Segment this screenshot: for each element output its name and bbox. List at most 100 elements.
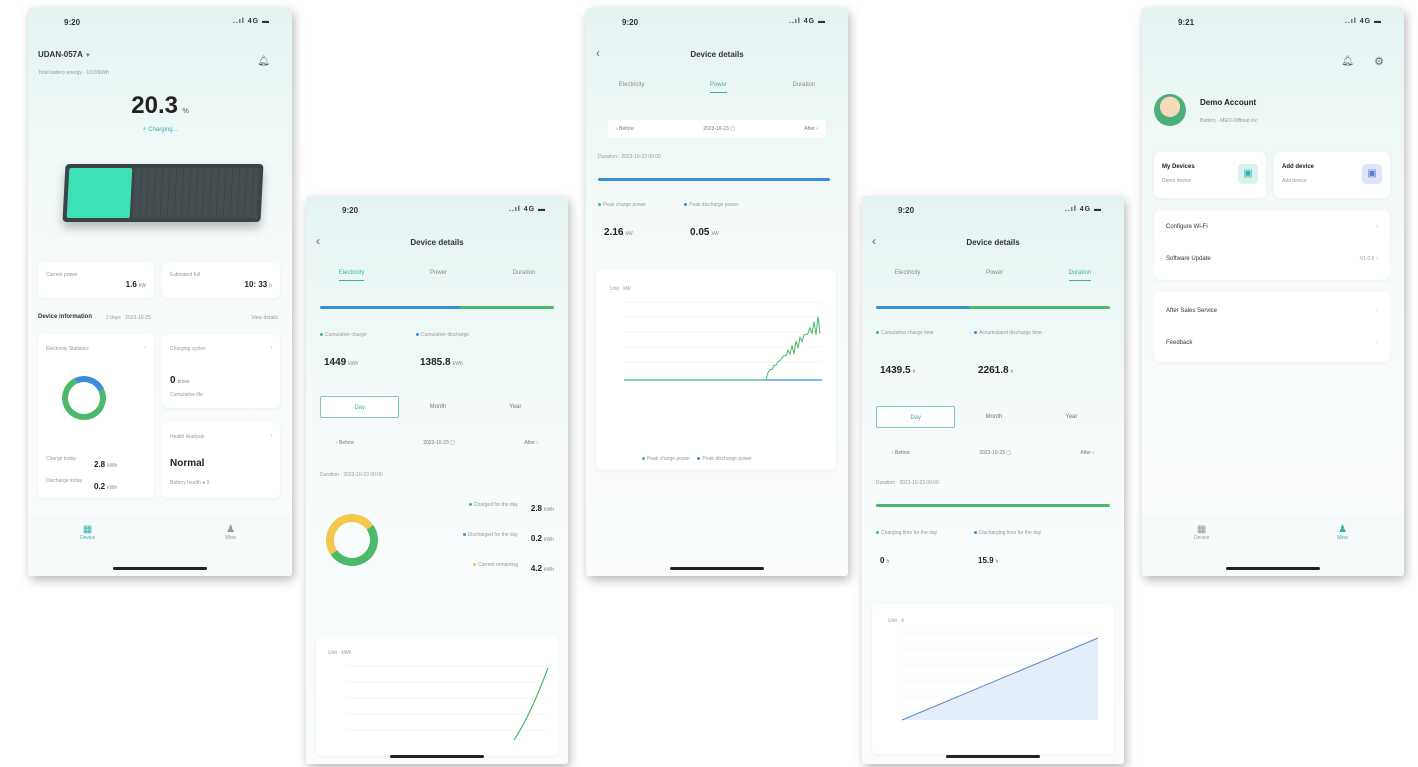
charging-time-day-label: Charging time for the day xyxy=(876,530,937,536)
page-title: Device details xyxy=(966,238,1020,247)
chevron-right-icon: › xyxy=(270,433,272,439)
charging-cycles-card[interactable]: Charging cycles › 0 times Cumulative life xyxy=(162,334,280,408)
period-segment: Day Month Year xyxy=(320,396,554,418)
current-power-label: Current power xyxy=(46,272,78,278)
tab-electricity[interactable]: Electricity xyxy=(619,82,645,93)
soc-value: 20.3 xyxy=(131,92,179,119)
cumulative-charge-label: Cumulative charge xyxy=(320,332,367,338)
my-devices-label: My Devices xyxy=(1162,164,1195,170)
menu-wifi[interactable]: Configure Wi-Fi › xyxy=(1166,224,1378,230)
bell-icon[interactable]: 🔔︎ xyxy=(257,56,270,67)
tab-power[interactable]: Power xyxy=(709,82,727,93)
date-picker[interactable]: 2023-10-23 ▢ xyxy=(703,126,735,132)
chevron-right-icon: › xyxy=(1376,340,1378,346)
peak-charge-label: Peak charge power xyxy=(598,202,646,208)
user-icon: ♟ xyxy=(1338,524,1348,535)
tab-duration[interactable]: Duration xyxy=(513,270,536,281)
progress-bar xyxy=(320,306,554,309)
status-time: 9:21 xyxy=(1178,18,1195,27)
estimated-full-value: 10: 33 h xyxy=(244,280,272,289)
view-details-link[interactable]: View details xyxy=(251,315,278,321)
seg-month[interactable]: Month xyxy=(399,396,476,418)
settings-group-1: Configure Wi-Fi › Software Update V1.0.0 › xyxy=(1154,210,1390,280)
period-segment: Day Month Year xyxy=(876,406,1110,428)
home-indicator xyxy=(1226,567,1320,570)
menu-after-sales[interactable]: After Sales Service › xyxy=(1166,308,1378,314)
chevron-right-icon: › xyxy=(1376,224,1378,230)
next-day-button[interactable]: After › xyxy=(524,440,538,446)
menu-software-update[interactable]: Software Update V1.0.0 › xyxy=(1166,256,1378,262)
electricity-screen: 9:20 ..ıl 4G ▬ ‹ Device details Electric… xyxy=(306,196,568,764)
seg-day[interactable]: Day xyxy=(320,396,400,418)
tab-power[interactable]: Power xyxy=(430,270,447,281)
page-title: Device details xyxy=(410,238,464,247)
device-name: UDAN-057A xyxy=(38,50,83,59)
electricity-chart-card: Unit · kWh xyxy=(316,636,558,756)
nav-device[interactable]: ▦ Device xyxy=(80,524,95,541)
prev-day-button[interactable]: ‹ Before xyxy=(892,450,910,456)
discharging-time-day-label: Discharging time for the day xyxy=(974,530,1041,536)
menu-feedback[interactable]: Feedback › xyxy=(1166,340,1378,346)
seg-month[interactable]: Month xyxy=(955,406,1032,428)
cumulative-charge-time-value: 1439.5 h xyxy=(880,365,916,376)
status-icons: ..ıl 4G ▬ xyxy=(232,18,270,25)
cumulative-charge-value: 1449 kWh xyxy=(324,357,359,368)
chevron-down-icon: ▼ xyxy=(84,53,91,59)
discharging-time-day-value: 15.9 h xyxy=(978,556,999,565)
health-title: Health Analysis xyxy=(170,434,205,440)
add-device-card[interactable]: Add device Add device ▣ xyxy=(1274,152,1390,198)
bell-icon[interactable]: 🔔︎ xyxy=(1341,56,1354,67)
battery-subtitle: Total battery energy · 10.08kWh xyxy=(38,70,109,76)
charge-today-value: 2.8 kWh xyxy=(94,460,118,469)
add-device-icon: ▣ xyxy=(1362,164,1382,184)
discharged-day-value: 0.2 kWh xyxy=(530,534,554,543)
tab-electricity[interactable]: Electricity xyxy=(895,270,921,281)
chart-legend: Peak charge power Peak discharge power xyxy=(642,456,752,462)
nav-mine[interactable]: ♟ Mine xyxy=(1337,524,1348,541)
power-screen: 9:20 ..ıl 4G ▬ ‹ Device details Electric… xyxy=(586,8,848,576)
tab-electricity[interactable]: Electricity xyxy=(338,270,365,281)
health-card[interactable]: Health Analysis › Normal Battery health … xyxy=(162,422,280,498)
cycles-value: 0 times xyxy=(170,375,190,386)
charging-state: ⚡︎ Charging... xyxy=(28,126,292,133)
seg-year[interactable]: Year xyxy=(1033,406,1110,428)
remaining-value: 4.2 kWh xyxy=(530,564,554,573)
device-icon: ▣ xyxy=(1238,164,1258,184)
cumulative-charge-time-label: Cumulative charge time xyxy=(876,330,956,336)
date-picker[interactable]: 2023-10-23 ▢ xyxy=(423,440,455,446)
status-time: 9:20 xyxy=(898,206,915,215)
prev-day-button[interactable]: ‹ Before xyxy=(336,440,354,446)
chart-gridlines xyxy=(624,301,822,378)
charged-day-label: Charged for the day xyxy=(468,502,518,508)
nav-mine[interactable]: ♟ Mine xyxy=(225,524,236,541)
device-selector[interactable]: UDAN-057A ▼ xyxy=(38,50,91,59)
remaining-label: Current remaining xyxy=(472,562,518,568)
next-day-button[interactable]: After › xyxy=(804,126,818,132)
chevron-right-icon: › xyxy=(1376,256,1378,262)
electricity-card[interactable]: Electricity Statistics › Charge today 2.… xyxy=(38,334,154,498)
chevron-right-icon: › xyxy=(1376,308,1378,314)
my-devices-card[interactable]: My Devices Demo device ▣ xyxy=(1154,152,1266,198)
peak-discharge-value: 0.05 kW xyxy=(690,227,719,238)
next-day-button[interactable]: After › xyxy=(1080,450,1094,456)
nav-device[interactable]: ▦ Device xyxy=(1194,524,1209,541)
chevron-right-icon: › xyxy=(270,345,272,351)
estimated-full-label: Estimated full xyxy=(170,272,201,278)
seg-day[interactable]: Day xyxy=(876,406,956,428)
detail-tabs: Electricity Power Duration xyxy=(862,270,1124,281)
seg-year[interactable]: Year xyxy=(477,396,554,418)
settings-group-2: After Sales Service › Feedback › xyxy=(1154,292,1390,362)
prev-day-button[interactable]: ‹ Before xyxy=(616,126,634,132)
peak-charge-value: 2.16 kW xyxy=(604,227,633,238)
add-device-label: Add device xyxy=(1282,164,1315,170)
tab-power[interactable]: Power xyxy=(986,270,1003,281)
bolt-icon: ⚡︎ xyxy=(142,127,147,133)
gear-icon[interactable]: ⚙︎ xyxy=(1374,55,1384,68)
update-version: V1.0.0 xyxy=(1359,256,1375,262)
tab-duration[interactable]: Duration xyxy=(793,82,816,93)
tab-duration[interactable]: Duration xyxy=(1068,270,1092,281)
battery-cells xyxy=(132,168,260,218)
add-device-sub: Add device xyxy=(1282,178,1307,184)
date-picker[interactable]: 2023-10-23 ▢ xyxy=(979,450,1011,456)
avatar[interactable] xyxy=(1154,94,1186,126)
